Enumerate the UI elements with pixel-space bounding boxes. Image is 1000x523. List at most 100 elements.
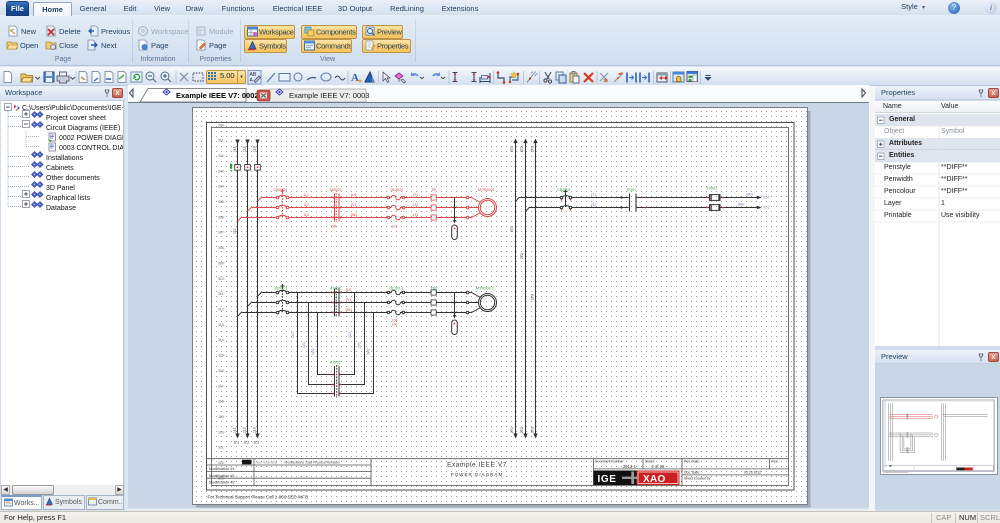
svg-text:X1-1: X1-1 <box>763 196 770 200</box>
svg-text:1L1: 1L1 <box>233 427 237 433</box>
svg-text:2U2: 2U2 <box>348 332 352 338</box>
svg-text:1T2: 1T2 <box>413 203 419 207</box>
svg-text:Modifications Total Physical R: Modifications Total Physical Revision <box>284 461 339 465</box>
svg-text:Database: Database <box>46 205 76 212</box>
svg-text:315-: 315- <box>218 354 225 358</box>
svg-text:2012-1: 2012-1 <box>623 464 637 469</box>
svg-text:2T3: 2T3 <box>531 146 535 152</box>
svg-text:2T3: 2T3 <box>531 294 535 300</box>
svg-text:1L2: 1L2 <box>304 203 310 207</box>
svg-text:1U2: 1U2 <box>291 332 295 338</box>
svg-text:Example IEEE V7: 0003: Example IEEE V7: 0003 <box>289 91 369 100</box>
svg-text:AT202: AT202 <box>330 361 341 365</box>
svg-text:OL2021: OL2021 <box>390 188 404 192</box>
svg-text:IGE: IGE <box>598 474 617 485</box>
svg-text:Document Number:: Document Number: <box>595 460 624 464</box>
svg-text:2T2: 2T2 <box>520 427 524 433</box>
svg-text:2V2: 2V2 <box>357 342 361 348</box>
svg-text:Cabinets: Cabinets <box>46 165 74 172</box>
svg-text:1L2: 1L2 <box>244 441 250 445</box>
svg-text:F2001: F2001 <box>707 186 718 190</box>
svg-text:Modification #2:: Modification #2: <box>209 474 236 478</box>
svg-text:314-: 314- <box>218 338 225 342</box>
svg-text:2W1: 2W1 <box>346 308 353 312</box>
svg-text:03.29.2012: 03.29.2012 <box>744 470 761 474</box>
svg-text:CB2021: CB2021 <box>274 188 288 192</box>
svg-text:1W1: 1W1 <box>351 213 358 217</box>
svg-text:302-: 302- <box>218 154 225 158</box>
svg-text:POWER DIAGRAM: POWER DIAGRAM <box>451 472 504 477</box>
svg-text:1L3: 1L3 <box>253 427 257 433</box>
svg-text:Modification #3:: Modification #3: <box>209 480 236 484</box>
svg-text:TB: TB <box>431 188 436 192</box>
svg-text:TB2: TB2 <box>431 286 438 290</box>
svg-text:317-: 317- <box>218 384 225 388</box>
svg-text:310-: 310- <box>218 277 225 281</box>
svg-text:Rev. Date:: Rev. Date: <box>684 460 700 464</box>
svg-text:313-: 313- <box>218 323 225 327</box>
svg-text:3D Panel: 3D Panel <box>46 185 75 192</box>
svg-text:307-: 307- <box>218 231 225 235</box>
svg-text:1L3: 1L3 <box>254 441 260 445</box>
svg-text:2V1: 2V1 <box>346 298 352 302</box>
svg-text:1L1: 1L1 <box>233 146 237 152</box>
svg-text:M2021: M2021 <box>330 188 342 192</box>
svg-text:Doc. Date:: Doc. Date: <box>684 470 700 474</box>
svg-text:Other documents: Other documents <box>46 175 100 182</box>
svg-text:X1-2: X1-2 <box>763 206 770 210</box>
svg-text:0003 CONTROL DIAGR: 0003 CONTROL DIAGR <box>59 145 124 152</box>
svg-text:1W2: 1W2 <box>311 348 315 355</box>
svg-text:Circuit Diagrams (IEEE): Circuit Diagrams (IEEE) <box>46 125 120 132</box>
svg-text:1L3: 1L3 <box>253 146 257 152</box>
svg-text:1T2: 1T2 <box>591 203 597 207</box>
svg-text:2T1: 2T1 <box>510 427 514 433</box>
svg-text:2U1: 2U1 <box>346 288 352 292</box>
svg-text:1T1: 1T1 <box>591 193 597 197</box>
svg-text:MTR2021: MTR2021 <box>478 188 495 192</box>
svg-text:2 of 28: 2 of 28 <box>652 464 665 469</box>
svg-text:2W2: 2W2 <box>366 348 370 355</box>
svg-text:322-: 322- <box>218 461 225 465</box>
svg-text:316-: 316- <box>218 369 225 373</box>
svg-text:311-: 311- <box>218 292 225 296</box>
svg-text:0002 POWER DIAGRAM: 0002 POWER DIAGRAM <box>59 135 124 142</box>
svg-text:1V2: 1V2 <box>302 342 306 348</box>
svg-text:1L1: 1L1 <box>234 441 240 445</box>
svg-text:1OL: 1OL <box>392 225 398 229</box>
svg-text:1V1: 1V1 <box>351 203 357 207</box>
svg-text:1L1: 1L1 <box>233 228 237 234</box>
svg-text:FD01: FD01 <box>627 188 636 192</box>
svg-text:318-: 318- <box>218 400 225 404</box>
svg-text:312-: 312- <box>218 308 225 312</box>
svg-text:C:\Users\Public\Documents\IGE+: C:\Users\Public\Documents\IGE+ <box>22 105 124 112</box>
svg-text:2T3: 2T3 <box>531 427 535 433</box>
svg-text:2T2: 2T2 <box>520 253 524 259</box>
svg-text:308-: 308- <box>218 246 225 250</box>
svg-text:1L3: 1L3 <box>304 213 310 217</box>
svg-text:301-: 301- <box>218 139 225 143</box>
svg-text:M202-1: M202-1 <box>275 286 288 290</box>
svg-text:-Non-returnable-: -Non-returnable- <box>255 461 278 465</box>
svg-text:1L2: 1L2 <box>243 427 247 433</box>
svg-text:W01: W01 <box>747 193 754 197</box>
svg-text:309-: 309- <box>218 261 225 265</box>
svg-text:W02: W02 <box>738 203 745 207</box>
svg-text:303-: 303- <box>218 169 225 173</box>
svg-text:Graphical lists: Graphical lists <box>46 195 90 202</box>
svg-text:1oo: 1oo <box>392 323 398 327</box>
svg-text:Installations: Installations <box>46 155 83 162</box>
svg-text:1T3: 1T3 <box>413 213 419 217</box>
svg-text:2T2: 2T2 <box>520 146 524 152</box>
svg-text:304-: 304- <box>218 185 225 189</box>
svg-text:A: A <box>351 72 359 84</box>
svg-text:300-: 300- <box>218 123 225 127</box>
svg-text:306-: 306- <box>218 215 225 219</box>
svg-text:Example IEEE V7: 0002: Example IEEE V7: 0002 <box>176 91 259 100</box>
svg-text:1T1: 1T1 <box>413 193 419 197</box>
svg-text:319-: 319- <box>218 415 225 419</box>
svg-text:2T1: 2T1 <box>510 226 514 232</box>
svg-text:320-: 320- <box>218 430 225 434</box>
svg-text:Modification #1:: Modification #1: <box>209 467 236 471</box>
svg-text:1M1: 1M1 <box>331 225 337 229</box>
svg-text:305-: 305- <box>218 200 225 204</box>
